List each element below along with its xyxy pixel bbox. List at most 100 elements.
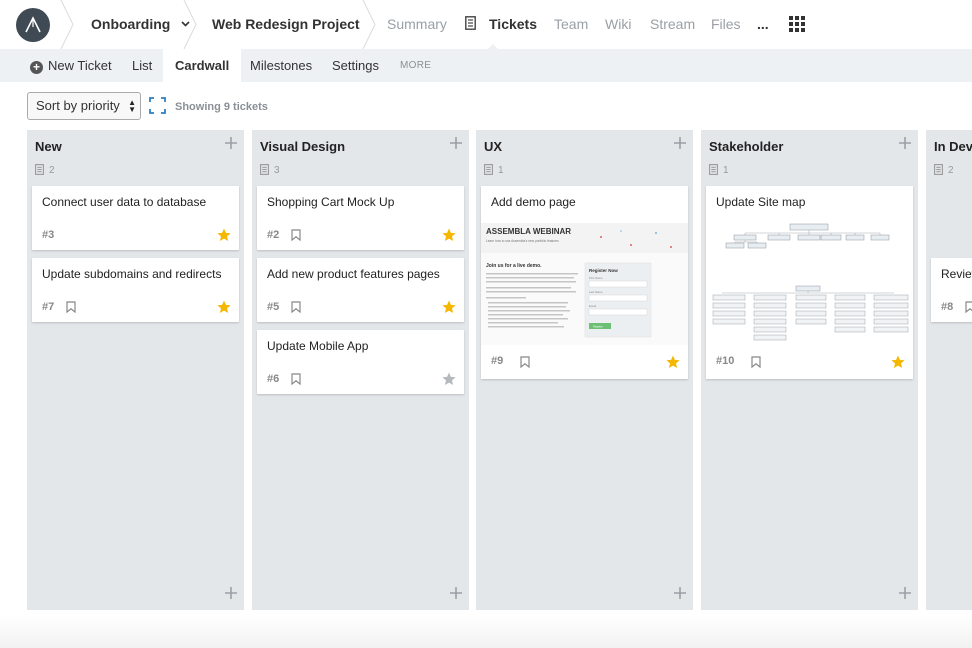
ticket-title: Update Site map — [716, 195, 806, 209]
document-icon — [35, 164, 44, 175]
webinar-subheading: Learn how to use Assembla's new portfoli… — [486, 239, 559, 243]
add-card-bottom-icon[interactable] — [224, 586, 238, 600]
top-navigation: Onboarding Web Redesign Project Summary … — [0, 0, 972, 50]
star-icon[interactable] — [891, 355, 905, 369]
select-arrows-icon: ▲ ▼ — [128, 98, 136, 114]
star-icon[interactable] — [217, 228, 231, 242]
star-icon[interactable] — [666, 355, 680, 369]
document-icon — [260, 164, 269, 175]
nav-summary[interactable]: Summary — [387, 16, 447, 32]
star-icon[interactable] — [217, 300, 231, 314]
ticket-attachment-image — [706, 223, 913, 345]
sort-select[interactable]: Sort by priority ▲ ▼ — [27, 92, 141, 120]
column-ticket-count: 1 — [484, 164, 504, 176]
column-stakeholder: Stakeholder 1 Update Site map #10 — [701, 130, 918, 610]
ticket-title: Update subdomains and redirects — [42, 267, 222, 281]
add-card-bottom-icon[interactable] — [673, 586, 687, 600]
column-count-value: 3 — [274, 165, 280, 176]
webinar-form-title: Register Now — [589, 268, 618, 273]
nav-files[interactable]: Files — [711, 16, 741, 32]
star-icon[interactable] — [442, 372, 456, 386]
breadcrumb-space[interactable]: Onboarding — [91, 16, 190, 32]
ticket-number: #6 — [267, 373, 280, 385]
webinar-field-email: Email — [589, 304, 596, 308]
tab-more[interactable]: MORE — [400, 49, 431, 82]
new-ticket-button[interactable]: + New Ticket — [30, 49, 112, 82]
webinar-screenshot: ASSEMBLA WEBINAR Learn how to use Assemb… — [481, 223, 688, 345]
expand-icon[interactable] — [149, 97, 166, 114]
ticket-number: #2 — [267, 229, 280, 241]
webinar-heading: ASSEMBLA WEBINAR — [486, 227, 571, 236]
ticket-title: Update Mobile App — [267, 339, 369, 353]
bookmark-icon[interactable] — [291, 373, 301, 385]
column-new: New 2 Connect user data to database #3 U… — [27, 130, 244, 610]
ticket-title: Shopping Cart Mock Up — [267, 195, 395, 209]
column-title: In Development — [934, 139, 972, 154]
breadcrumb-separator-icon — [60, 0, 74, 49]
new-ticket-label: New Ticket — [48, 58, 112, 73]
sort-select-value: Sort by priority — [36, 98, 120, 113]
star-icon[interactable] — [442, 300, 456, 314]
ticket-number: #7 — [42, 301, 55, 313]
column-in-development: In Development 2 Review #8 — [926, 130, 972, 610]
webinar-join-text: Join us for a live demo. — [486, 263, 542, 269]
webinar-field-first-name: First Name — [589, 276, 603, 280]
tab-settings[interactable]: Settings — [332, 49, 379, 82]
ticket-card[interactable]: Add demo page ASSEMBLA WEBINAR Learn how… — [481, 186, 688, 379]
bookmark-icon[interactable] — [520, 356, 530, 368]
column-title: Visual Design — [260, 139, 346, 154]
breadcrumb-separator-icon — [362, 0, 376, 49]
bookmark-icon[interactable] — [965, 301, 972, 313]
column-ticket-count: 2 — [35, 164, 55, 176]
document-icon — [709, 164, 718, 175]
column-ticket-count: 1 — [709, 164, 729, 176]
webinar-field-last-name: Last Name — [589, 290, 603, 294]
apps-grid-icon[interactable] — [789, 16, 805, 32]
ticket-card[interactable]: Shopping Cart Mock Up #2 — [257, 186, 464, 250]
document-icon — [934, 164, 943, 175]
sub-navigation: + New Ticket List Cardwall Milestones Set… — [0, 49, 972, 82]
ticket-number: #10 — [716, 355, 735, 367]
nav-team[interactable]: Team — [554, 16, 588, 32]
ticket-number: #3 — [42, 229, 55, 241]
add-card-icon[interactable] — [898, 136, 912, 150]
ticket-card[interactable]: Add new product features pages #5 — [257, 258, 464, 322]
ticket-number: #5 — [267, 301, 280, 313]
bookmark-icon[interactable] — [291, 229, 301, 241]
webinar-form-button: Register — [593, 324, 603, 328]
nav-more[interactable]: ... — [757, 16, 769, 32]
column-title: New — [35, 139, 62, 154]
ticket-title: Review — [941, 267, 972, 281]
ticket-card[interactable]: Review #8 — [931, 258, 972, 322]
ticket-card[interactable]: Connect user data to database #3 — [32, 186, 239, 250]
add-card-bottom-icon[interactable] — [898, 586, 912, 600]
ticket-number: #8 — [941, 301, 954, 313]
add-card-bottom-icon[interactable] — [449, 586, 463, 600]
ticket-card[interactable]: Update Mobile App #6 — [257, 330, 464, 394]
add-card-icon[interactable] — [224, 136, 238, 150]
nav-wiki[interactable]: Wiki — [605, 16, 631, 32]
tab-milestones[interactable]: Milestones — [250, 49, 312, 82]
breadcrumb-space-label: Onboarding — [91, 16, 171, 32]
ticket-card[interactable]: Update subdomains and redirects #7 — [32, 258, 239, 322]
ticket-title: Add demo page — [491, 195, 576, 209]
assembla-logo[interactable] — [16, 8, 50, 42]
bookmark-icon[interactable] — [291, 301, 301, 313]
ticket-card[interactable]: Update Site map #10 — [706, 186, 913, 379]
breadcrumb-project[interactable]: Web Redesign Project — [212, 16, 360, 32]
bookmark-icon[interactable] — [66, 301, 76, 313]
star-icon[interactable] — [442, 228, 456, 242]
add-card-icon[interactable] — [673, 136, 687, 150]
column-title: UX — [484, 139, 503, 154]
bookmark-icon[interactable] — [751, 356, 761, 368]
ticket-attachment-image: ASSEMBLA WEBINAR Learn how to use Assemb… — [481, 223, 688, 345]
nav-stream[interactable]: Stream — [650, 16, 695, 32]
add-card-icon[interactable] — [449, 136, 463, 150]
column-count-value: 2 — [49, 165, 55, 176]
column-visual-design: Visual Design 3 Shopping Cart Mock Up #2… — [252, 130, 469, 610]
tab-list[interactable]: List — [132, 49, 152, 82]
tab-cardwall[interactable]: Cardwall — [163, 49, 242, 82]
ticket-count-text: Showing 9 tickets — [175, 101, 268, 113]
nav-tickets[interactable]: Tickets — [489, 16, 537, 32]
column-count-value: 2 — [948, 165, 954, 176]
